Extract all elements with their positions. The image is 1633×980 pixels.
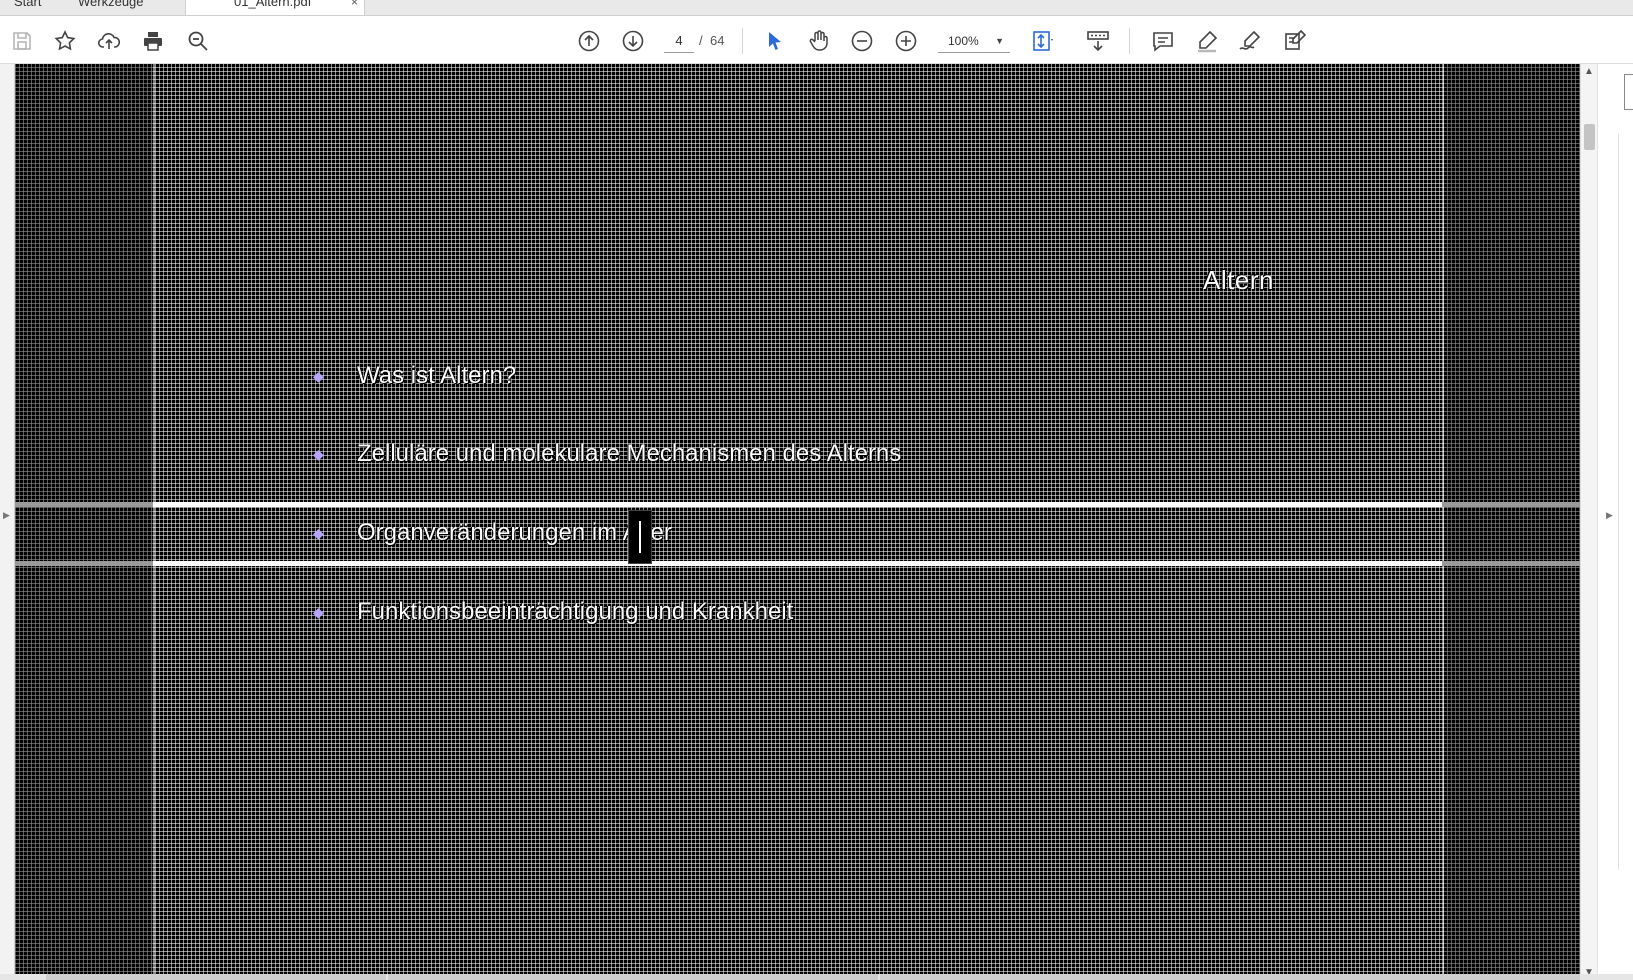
document-viewer: ▶ Altern ◆ Was ist Altern? ◆ Zelluläre u… <box>0 64 1633 980</box>
page-margin-right <box>1444 64 1580 974</box>
slide-title: Altern <box>1203 265 1274 295</box>
fill-sign-icon[interactable] <box>1282 28 1308 54</box>
hand-tool-icon[interactable] <box>806 28 832 54</box>
print-icon[interactable] <box>140 28 166 54</box>
scrollbar-segment <box>46 974 386 980</box>
bullet-text: Zelluläre und molekulare Mechanismen des… <box>357 440 902 467</box>
bookmark-star-icon[interactable] <box>52 28 78 54</box>
vertical-scrollbar[interactable]: ▲ ▼ <box>1580 64 1597 980</box>
page-up-icon[interactable] <box>576 28 602 54</box>
page-number-input[interactable]: 4 <box>664 29 694 53</box>
select-arrow-icon[interactable] <box>762 28 788 54</box>
right-panel-strip <box>1618 134 1633 870</box>
horizontal-scrollbar[interactable] <box>0 974 1633 980</box>
tab-document[interactable]: 01_Altern.pdf × <box>185 0 365 15</box>
toolbar: 4 / 64 100% ▼ <box>0 16 1633 64</box>
tab-tools[interactable]: Werkzeuge <box>78 0 144 15</box>
toolbar-divider <box>742 28 743 54</box>
highlight-pen-icon[interactable] <box>1194 28 1220 54</box>
comment-icon[interactable] <box>1150 28 1176 54</box>
zoom-in-icon[interactable] <box>893 28 919 54</box>
tab-start[interactable]: Start <box>14 0 41 15</box>
right-panel: ▶ <box>1597 64 1633 980</box>
page-down-icon[interactable] <box>620 28 646 54</box>
chevron-right-icon[interactable]: ▶ <box>1606 510 1613 521</box>
bullet-icon: ◆ <box>313 603 324 620</box>
page-band-bottom <box>15 561 1580 566</box>
page-edge-left <box>153 64 155 974</box>
toolbar-divider <box>1129 28 1130 54</box>
bullet-icon: ◆ <box>313 367 324 384</box>
page-margin-left <box>15 64 153 974</box>
page-separator: / <box>699 33 703 48</box>
page-band-top <box>15 502 1580 507</box>
bullet-icon: ◆ <box>313 445 324 462</box>
bullet-item: ◆ Organveränderungen im Alter <box>313 517 672 549</box>
bullet-item: ◆ Was ist Altern? <box>313 360 516 392</box>
scrollbar-segment <box>880 974 1580 980</box>
fit-page-icon[interactable] <box>1030 28 1056 54</box>
bullet-item: ◆ Funktionsbeeinträchtigung und Krankhei… <box>313 596 793 628</box>
scroll-up-icon[interactable]: ▲ <box>1584 66 1594 77</box>
scrollbar-segment <box>388 974 878 980</box>
left-panel-toggle[interactable]: ▶ <box>0 64 15 980</box>
scrollbar-thumb[interactable] <box>1584 124 1595 150</box>
zoom-search-icon[interactable] <box>185 28 211 54</box>
zoom-out-icon[interactable] <box>849 28 875 54</box>
close-tab-icon[interactable]: × <box>351 0 358 9</box>
bullet-item: ◆ Zelluläre und molekulare Mechanismen d… <box>313 438 901 470</box>
upload-cloud-icon[interactable] <box>96 28 122 54</box>
bullet-text: Was ist Altern? <box>357 362 517 389</box>
text-cursor <box>628 510 652 564</box>
save-icon[interactable] <box>9 28 35 54</box>
pdf-page[interactable]: Altern ◆ Was ist Altern? ◆ Zelluläre und… <box>15 64 1580 974</box>
bullet-text: Organveränderungen im Alter <box>357 519 672 546</box>
chevron-down-icon: ▼ <box>995 36 1004 46</box>
zoom-level-dropdown[interactable]: 100% ▼ <box>938 29 1010 53</box>
bullet-text: Funktionsbeeinträchtigung und Krankheit <box>357 598 794 625</box>
right-panel-tab[interactable] <box>1624 74 1633 110</box>
sign-icon[interactable] <box>1237 28 1263 54</box>
scroll-mode-icon[interactable] <box>1085 28 1111 54</box>
bullet-icon: ◆ <box>313 524 324 541</box>
chevron-right-icon: ▶ <box>3 510 10 520</box>
zoom-level-value: 100% <box>948 34 979 48</box>
page-edge-right <box>1442 64 1444 974</box>
tab-document-label: 01_Altern.pdf <box>234 0 312 9</box>
page-total: 64 <box>710 33 725 48</box>
tab-bar: Start Werkzeuge 01_Altern.pdf × <box>0 0 1633 16</box>
